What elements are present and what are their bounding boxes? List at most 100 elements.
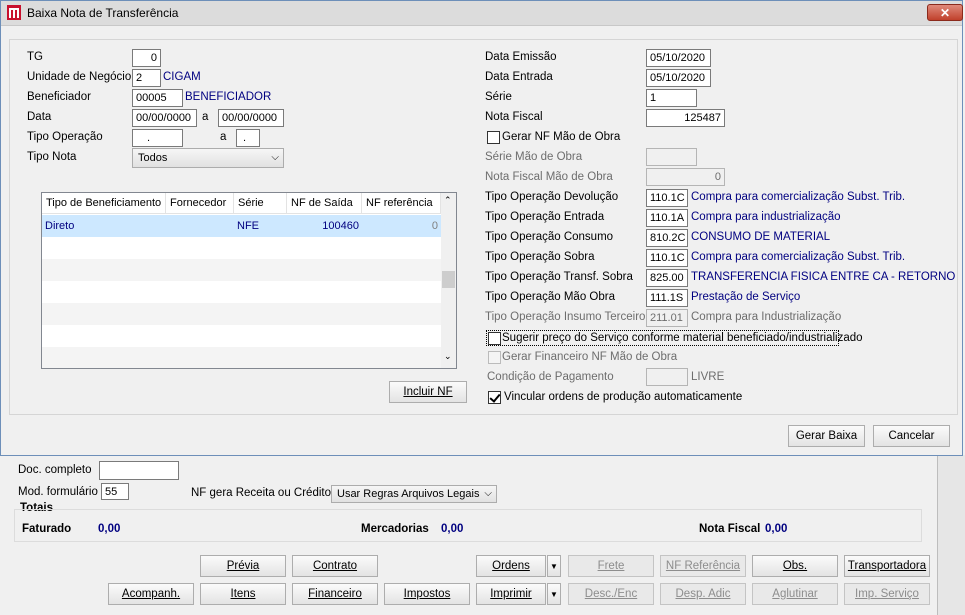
gerar-nf-mo-checkbox[interactable] [487, 131, 500, 144]
tipo-nota-select[interactable]: Todos ⌵ [132, 148, 284, 168]
imp-servico-button[interactable]: Imp. Serviço [844, 583, 930, 605]
op-consumo-field[interactable]: 810.2C [646, 229, 688, 247]
doc-completo-field[interactable] [99, 461, 179, 480]
op-entrada-label: Tipo Operação Entrada [485, 211, 605, 223]
column-header-tipo-beneficiamento[interactable]: Tipo de Beneficiamento [42, 193, 166, 214]
itens-button[interactable]: Itens [200, 583, 286, 605]
column-header-serie[interactable]: Série [234, 193, 287, 214]
imprimir-button[interactable]: Imprimir [476, 583, 546, 605]
op-sobra-field[interactable]: 110.1C [646, 249, 688, 267]
tipo-operacao-from-field[interactable]: . [132, 129, 183, 147]
sugerir-preco-checkbox[interactable] [488, 332, 501, 345]
nota-fiscal-total-label: Nota Fiscal [699, 523, 761, 535]
gerar-financeiro-checkbox[interactable] [488, 351, 501, 364]
data-to-field[interactable]: 00/00/0000 [218, 109, 284, 127]
previa-button[interactable]: Prévia [200, 555, 286, 577]
chevron-down-icon: ⌵ [271, 152, 279, 163]
column-header-nf-referencia[interactable]: NF referência [362, 193, 441, 214]
transportadora-button[interactable]: Transportadora [844, 555, 930, 577]
cell-fornecedor [166, 215, 234, 237]
beneficiador-label: Beneficiador [27, 91, 91, 103]
mercadorias-label: Mercadorias [361, 523, 429, 535]
scroll-up-icon[interactable]: ⌃ [444, 195, 452, 206]
desc-enc-button-label: Desc./Enc [584, 588, 638, 600]
frete-button-label: Frete [597, 560, 625, 572]
nf-receita-label: NF gera Receita ou Crédito [191, 487, 331, 499]
gerar-nf-mo-label: Gerar NF Mão de Obra [502, 131, 621, 143]
op-devolucao-label: Tipo Operação Devolução [485, 191, 619, 203]
aglutinar-button-label: Aglutinar [772, 588, 818, 600]
nf-mo-field[interactable]: 0 [646, 168, 725, 186]
vincular-ordens-label: Vincular ordens de produção automaticame… [504, 391, 743, 403]
baixa-nota-dialog: Baixa Nota de Transferência ✕ TG 0 Unida… [0, 0, 963, 456]
grid-scrollbar[interactable]: ⌃ ⌄ [441, 193, 456, 368]
mod-formulario-label: Mod. formulário [18, 486, 98, 498]
contrato-button[interactable]: Contrato [292, 555, 378, 577]
op-entrada-field[interactable]: 110.1A [646, 209, 688, 227]
nf-mo-label: Nota Fiscal Mão de Obra [485, 171, 613, 183]
frete-button[interactable]: Frete [568, 555, 654, 577]
tipo-nota-label: Tipo Nota [27, 151, 77, 163]
gerar-baixa-button[interactable]: Gerar Baixa [788, 425, 865, 447]
itens-button-label: Itens [230, 588, 256, 600]
scroll-thumb[interactable] [442, 271, 455, 288]
nf-referencia-button[interactable]: NF Referência [660, 555, 746, 577]
ordens-button-label: Ordens [492, 560, 530, 572]
cancelar-button[interactable]: Cancelar [873, 425, 950, 447]
acompanh-button[interactable]: Acompanh. [108, 583, 194, 605]
nf-receita-select[interactable]: Usar Regras Arquivos Legais ⌵ [331, 485, 497, 503]
condicao-pagamento-field[interactable] [646, 368, 688, 386]
serie-field[interactable]: 1 [646, 89, 697, 107]
data-emissao-label: Data Emissão [485, 51, 557, 63]
ordens-dropdown-icon[interactable]: ▼ [547, 555, 561, 577]
column-header-nf-saida[interactable]: NF de Saída [287, 193, 362, 214]
ordens-button[interactable]: Ordens [476, 555, 546, 577]
tipo-operacao-separator: a [220, 131, 227, 143]
desp-adic-button[interactable]: Desp. Adic [660, 583, 746, 605]
imprimir-dropdown-icon[interactable]: ▼ [547, 583, 561, 605]
tg-field[interactable]: 0 [132, 49, 161, 67]
table-row[interactable]: Direto NFE 100460 0 [42, 215, 441, 237]
impostos-button[interactable]: Impostos [384, 583, 470, 605]
unidade-negocio-field[interactable]: 2 [132, 69, 161, 87]
op-mao-obra-label: Tipo Operação Mão Obra [485, 291, 615, 303]
nota-fiscal-label: Nota Fiscal [485, 111, 543, 123]
column-header-fornecedor[interactable]: Fornecedor [166, 193, 234, 214]
op-consumo-label: Tipo Operação Consumo [485, 231, 614, 243]
scroll-down-icon[interactable]: ⌄ [444, 351, 452, 362]
cigam-app-icon [7, 5, 21, 20]
mod-formulario-field[interactable]: 55 [101, 483, 129, 500]
table-row-empty [42, 237, 441, 259]
tipo-operacao-to-field[interactable]: . [236, 129, 260, 147]
op-devolucao-desc: Compra para comercialização Subst. Trib. [691, 191, 906, 203]
contrato-button-label: Contrato [312, 560, 358, 572]
op-insumo-terceiro-field[interactable]: 211.01 [646, 309, 688, 327]
serie-mo-field[interactable] [646, 148, 697, 166]
data-label: Data [27, 111, 52, 123]
faturado-value: 0,00 [98, 523, 121, 535]
aglutinar-button[interactable]: Aglutinar [752, 583, 838, 605]
obs-button[interactable]: Obs. [752, 555, 838, 577]
desc-enc-button[interactable]: Desc./Enc [568, 583, 654, 605]
tg-label: TG [27, 51, 43, 63]
incluir-nf-button[interactable]: Incluir NF [389, 381, 467, 403]
op-transf-sobra-field[interactable]: 825.00 [646, 269, 688, 287]
beneficiamento-grid[interactable]: Tipo de Beneficiamento Fornecedor Série … [41, 192, 457, 369]
beneficiador-field[interactable]: 00005 [132, 89, 183, 107]
table-row-empty [42, 281, 441, 303]
close-button[interactable]: ✕ [927, 4, 963, 21]
data-emissao-field[interactable]: 05/10/2020 [646, 49, 711, 67]
imprimir-button-label: Imprimir [490, 588, 532, 600]
data-from-field[interactable]: 00/00/0000 [132, 109, 197, 127]
op-sobra-label: Tipo Operação Sobra [485, 251, 595, 263]
op-mao-obra-field[interactable]: 111.1S [646, 289, 688, 307]
financeiro-button[interactable]: Financeiro [292, 583, 378, 605]
cell-nf-saida: 100460 [322, 220, 359, 232]
nota-fiscal-field[interactable]: 125487 [646, 109, 725, 127]
op-devolucao-field[interactable]: 110.1C [646, 189, 688, 207]
acompanh-button-label: Acompanh. [121, 588, 181, 600]
data-entrada-field[interactable]: 05/10/2020 [646, 69, 711, 87]
vincular-ordens-checkbox[interactable] [488, 391, 501, 404]
condicao-pagamento-desc: LIVRE [691, 371, 725, 383]
table-row-empty [42, 347, 441, 368]
